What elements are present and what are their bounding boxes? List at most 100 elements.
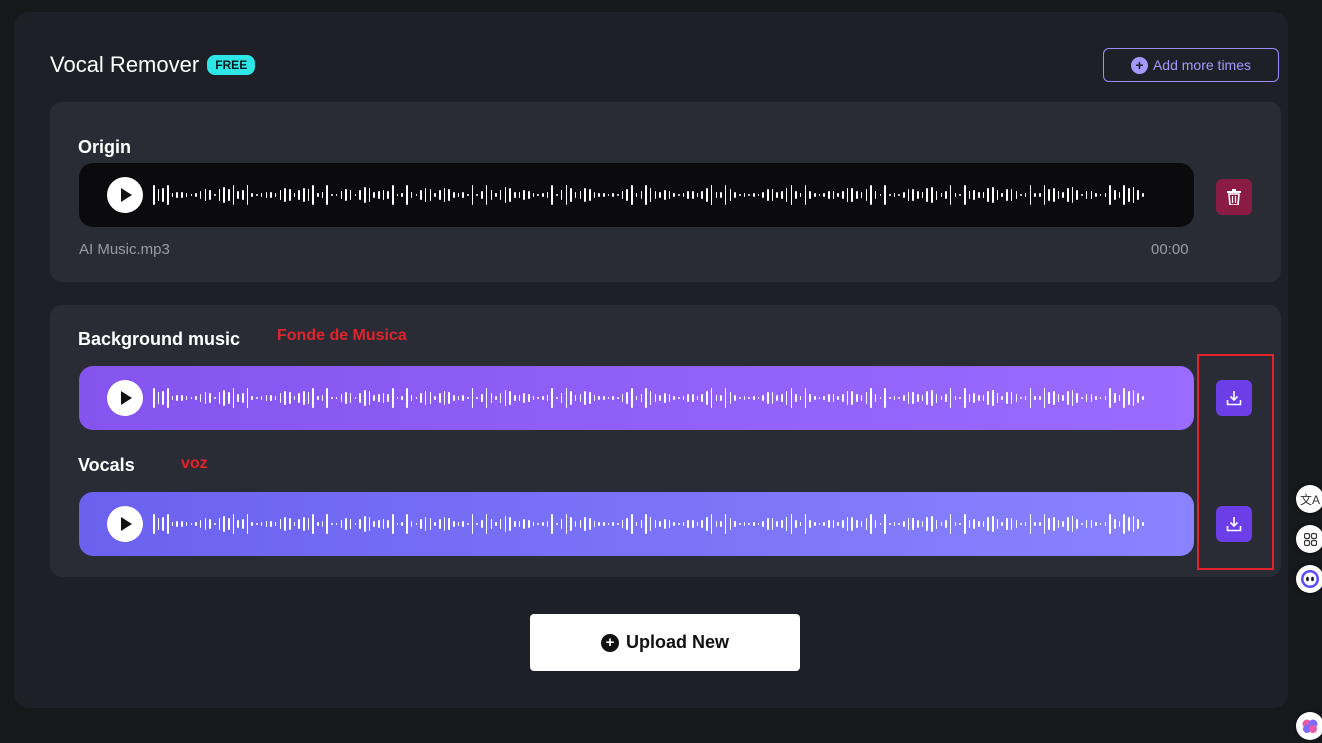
waveform-bar [251,396,254,400]
waveform-bar [1076,519,1079,529]
plus-circle-icon: + [1130,56,1148,74]
waveform-bar [1076,393,1079,403]
play-button[interactable] [107,177,143,213]
waveform-bar [565,514,568,534]
assistant-button[interactable] [1296,565,1322,593]
waveform-bar [678,522,680,526]
waveform-bar [288,188,291,202]
play-button[interactable] [107,380,143,416]
waveform-bar [1038,396,1041,400]
waveform-bar [678,193,680,197]
waveform-bar [298,518,300,530]
apps-button[interactable] [1296,525,1322,553]
waveform-bar [588,188,591,202]
waveform-bar [851,516,854,532]
waveform-bar [317,192,319,198]
waveform-bar [949,514,952,534]
background-music-player[interactable] [79,366,1194,430]
waveform-bar [1099,193,1102,196]
waveform-bar [888,193,891,197]
waveform-bar [260,522,263,526]
waveform-bar [495,522,497,526]
waveform-bar [448,392,450,404]
waveform-bar [1104,396,1107,400]
waveform-bar [949,185,952,205]
waveform-bar [368,517,371,531]
waveform-bar [523,190,525,200]
play-button[interactable] [107,506,143,542]
upload-new-button[interactable]: + Upload New [530,614,800,671]
waveform-bar [434,521,436,527]
origin-player[interactable] [79,163,1194,227]
waveform-bar [265,394,268,402]
vocals-title: Vocals [78,455,135,475]
waveform-bar [706,516,708,532]
waveform-bar [729,188,732,202]
waveform-bar [846,516,849,532]
delete-button[interactable] [1216,179,1252,215]
waveform[interactable] [153,366,1153,430]
waveform-bar [574,192,577,198]
waveform-bar [1081,193,1083,197]
waveform-bar [190,396,193,400]
waveform-bar [528,519,530,529]
waveform-bar [195,193,197,197]
waveform-bar [162,390,164,406]
waveform-bar [518,520,521,528]
waveform-bar [396,193,399,197]
waveform-bar [649,390,652,406]
waveform-bar [706,187,708,203]
waveform[interactable] [153,163,1153,227]
waveform-bar [828,394,830,402]
waveform-bar [874,191,877,199]
waveform-bar [607,193,610,197]
waveform-bar [682,522,685,526]
waveform-bar [640,519,643,529]
waveform-bar [1015,520,1018,528]
waveform-bar [453,521,455,527]
waveform-bar [340,394,343,402]
vocals-player[interactable] [79,492,1194,556]
waveform-bar [434,395,436,401]
waveform-bar [1123,185,1125,205]
waveform-bar [1076,190,1079,200]
origin-filename: AI Music.mp3 [79,241,170,258]
waveform-bar [884,388,886,408]
waveform-bar [556,396,558,400]
waveform-bar [1010,517,1013,531]
waveform-bar [663,519,666,529]
waveform-bar [1020,193,1022,197]
waveform-bar [279,392,282,404]
waveform-bar [907,392,910,404]
waveform-bar [907,518,910,530]
waveform-bar [767,189,769,201]
waveform-bar [270,394,272,402]
waveform-bar [335,522,338,526]
waveform-bar [926,516,929,532]
translate-button[interactable]: 文A [1296,485,1322,513]
waveform-bar [462,192,464,198]
waveform-bar [621,191,624,199]
waveform-bar [856,190,858,200]
waveform-bar [762,520,764,528]
waveform-bar [1024,193,1027,197]
waveform-bar [701,519,704,529]
waveform-bar [748,193,750,197]
waveform-bar [659,395,661,401]
add-more-times-button[interactable]: + Add more times [1103,48,1279,82]
waveform-bar [420,392,422,404]
waveform-bar [1038,193,1041,197]
waveform-bar [1071,187,1074,203]
waveform-bar [785,516,788,532]
waveform-bar [410,520,413,528]
waveform-bar [354,396,357,400]
waveform-bar [860,192,863,198]
brain-button[interactable] [1296,712,1322,740]
waveform-bar [710,514,713,534]
waveform-bar [443,390,446,406]
waveform-bar [799,395,802,401]
waveform-bar [879,522,882,526]
waveform-bar [724,388,727,408]
waveform-bar [420,189,422,201]
waveform[interactable] [153,492,1153,556]
